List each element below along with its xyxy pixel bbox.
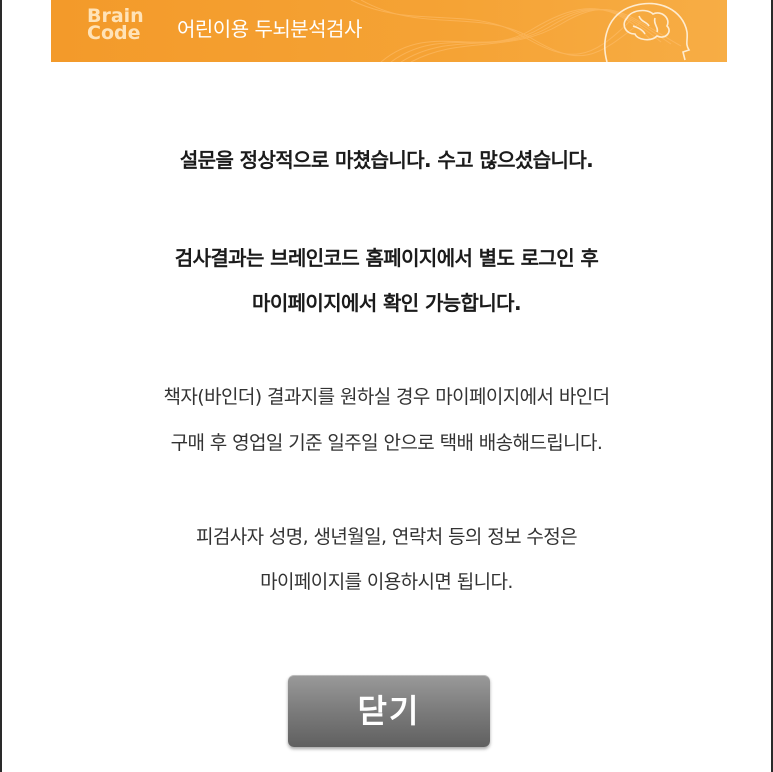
page-title: 어린이용 두뇌분석검사	[177, 17, 362, 41]
header-banner: Brain Code 어린이용 두뇌분석검사	[51, 0, 727, 62]
binder-info-line-1: 책자(바인더) 결과지를 원하실 경우 마이페이지에서 바인더	[163, 386, 611, 408]
logo-line-2: Code	[87, 22, 141, 44]
result-info-line-2: 마이페이지에서 확인 가능합니다.	[252, 291, 522, 315]
edit-info-line-1: 피검사자 성명, 생년월일, 연락처 등의 정보 수정은	[195, 526, 578, 548]
binder-info-line-2: 구매 후 영업일 기준 일주일 안으로 택배 배송해드립니다.	[170, 432, 603, 454]
close-button[interactable]: 닫기	[288, 675, 490, 747]
braincode-logo: Brain Code	[87, 7, 157, 44]
head-brain-icon	[604, 2, 691, 62]
result-info-line-1: 검사결과는 브레인코드 홈페이지에서 별도 로그인 후	[174, 246, 599, 270]
edit-info-line-2: 마이페이지를 이용하시면 됩니다.	[260, 571, 513, 593]
completion-message: 설문을 정상적으로 마쳤습니다. 수고 많으셨습니다.	[179, 148, 594, 172]
